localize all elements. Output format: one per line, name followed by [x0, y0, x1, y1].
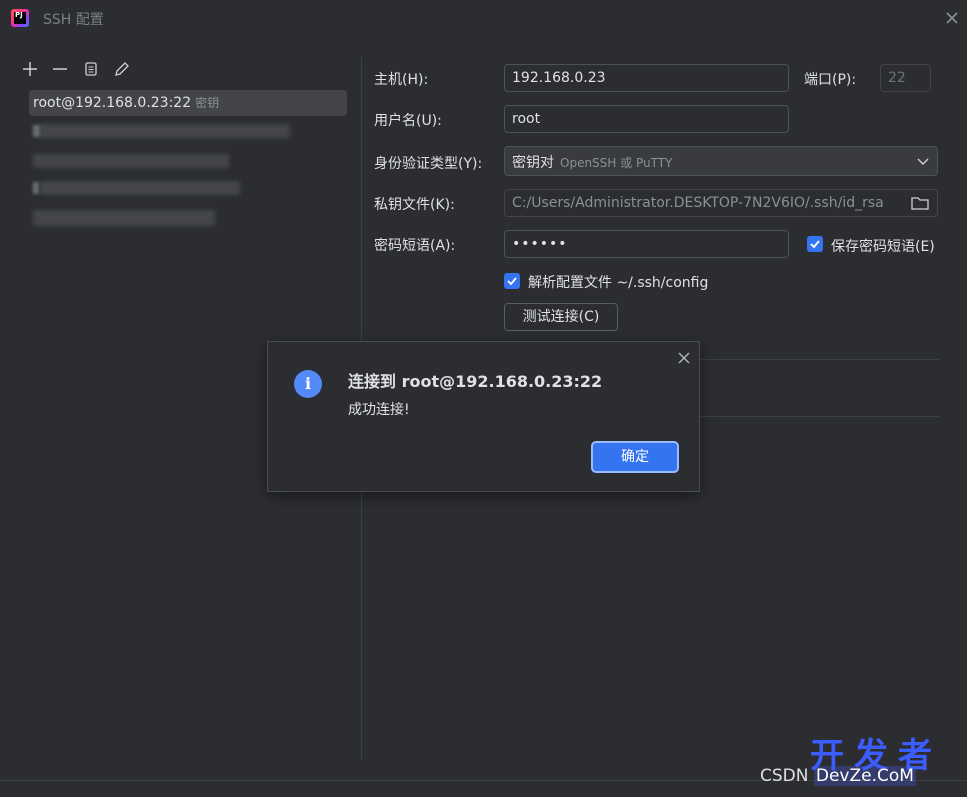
host-label: 主机(H):	[374, 72, 429, 88]
ok-button[interactable]: 确定	[591, 441, 679, 473]
watermark-text: CSDN DevZe.CoM	[760, 766, 916, 786]
host-list-item-selected[interactable]: root@192.168.0.23:22 密钥	[29, 90, 347, 116]
passphrase-input[interactable]: ••••••	[504, 230, 789, 258]
dialog-message: 成功连接!	[348, 402, 410, 418]
add-icon[interactable]	[21, 60, 39, 78]
host-input[interactable]: 192.168.0.23	[504, 64, 789, 92]
copy-icon[interactable]	[82, 60, 100, 78]
connection-success-dialog: i 连接到 root@192.168.0.23:22 成功连接! 确定	[267, 341, 700, 492]
auth-type-label: 身份验证类型(Y):	[374, 156, 483, 172]
host-list-item-label: root@192.168.0.23:22	[33, 95, 192, 111]
divider	[700, 359, 940, 360]
watermark-prefix: CSDN	[760, 766, 809, 786]
key-file-value: C:/Users/Administrator.DESKTOP-7N2V6IO/.…	[512, 195, 884, 211]
key-file-label: 私钥文件(K):	[374, 197, 455, 213]
window-close-icon[interactable]	[942, 8, 962, 28]
auth-type-value: 密钥对	[512, 155, 554, 171]
host-list-item-auth: 密钥	[195, 96, 220, 110]
user-label: 用户名(U):	[374, 113, 442, 129]
title-bar: PJ SSH 配置	[0, 0, 967, 40]
save-passphrase-label[interactable]: 保存密码短语(E)	[831, 236, 935, 256]
username-input[interactable]: root	[504, 105, 789, 133]
divider	[700, 416, 940, 417]
auth-type-hint: OpenSSH 或 PuTTY	[560, 156, 673, 170]
info-icon: i	[294, 370, 322, 398]
watermark-domain: DevZe.CoM	[813, 766, 916, 786]
auth-type-select[interactable]: 密钥对 OpenSSH 或 PuTTY	[504, 146, 938, 176]
app-logo-icon: PJ	[11, 9, 29, 27]
checkmark-icon	[507, 277, 517, 286]
checkmark-icon	[810, 240, 820, 249]
dialog-title: 连接到 root@192.168.0.23:22	[348, 372, 603, 391]
chevron-down-icon	[917, 158, 929, 165]
parse-config-checkbox[interactable]	[504, 273, 520, 289]
port-label: 端口(P):	[804, 72, 857, 88]
folder-icon[interactable]	[910, 194, 930, 212]
remove-icon[interactable]	[51, 60, 69, 78]
passphrase-label: 密码短语(A):	[374, 238, 456, 254]
test-connection-button[interactable]: 测试连接(C)	[504, 303, 618, 331]
window-title: SSH 配置	[43, 12, 104, 28]
key-file-input[interactable]: C:/Users/Administrator.DESKTOP-7N2V6IO/.…	[504, 189, 938, 217]
dialog-close-icon[interactable]	[676, 350, 692, 366]
edit-icon[interactable]	[113, 60, 131, 78]
save-passphrase-checkbox[interactable]	[807, 236, 823, 252]
port-input[interactable]: 22	[880, 64, 931, 92]
parse-config-label[interactable]: 解析配置文件 ~/.ssh/config	[528, 272, 708, 292]
